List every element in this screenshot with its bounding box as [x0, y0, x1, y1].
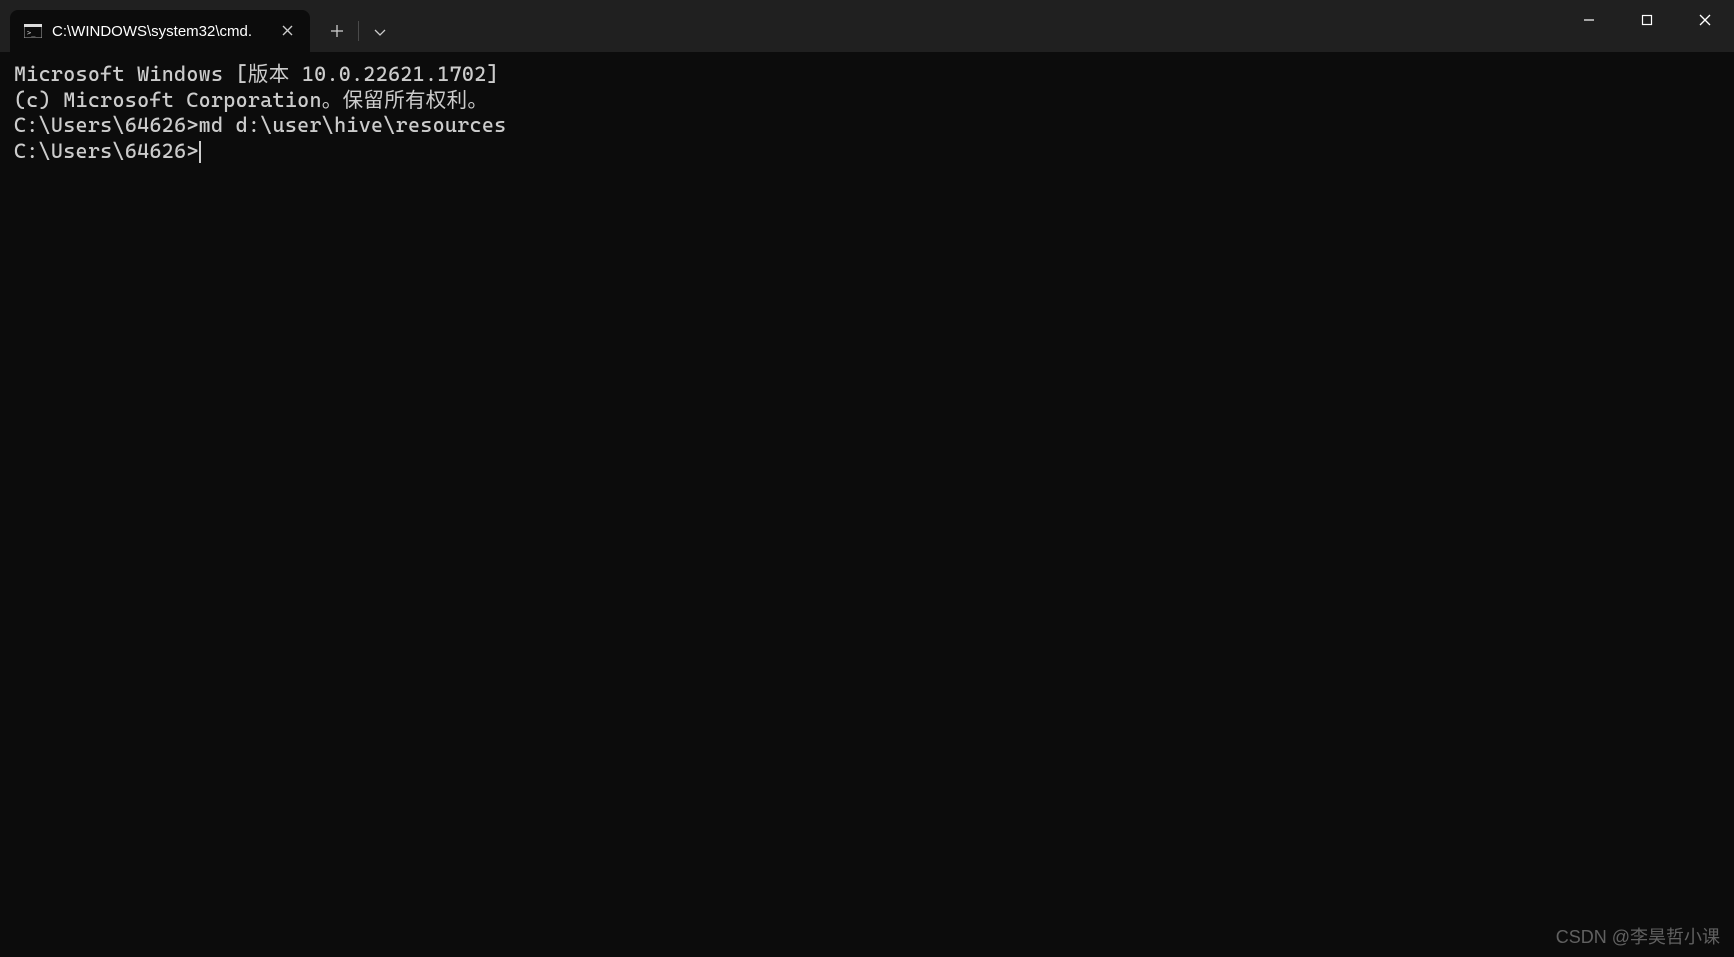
window-controls: [1560, 0, 1734, 40]
text-cursor: [199, 141, 201, 163]
terminal-prompt-line: C:\Users\64626>: [14, 139, 1720, 165]
minimize-icon: [1583, 11, 1595, 30]
close-icon: [282, 25, 293, 38]
new-tab-button[interactable]: [316, 10, 358, 52]
tab-close-button[interactable]: [276, 20, 298, 42]
tab-dropdown-button[interactable]: [359, 10, 401, 52]
tab-actions: [316, 10, 401, 52]
terminal-line: Microsoft Windows [版本 10.0.22621.1702]: [14, 62, 1720, 88]
maximize-icon: [1641, 11, 1653, 30]
close-window-button[interactable]: [1676, 0, 1734, 40]
tab-title: C:\WINDOWS\system32\cmd.: [52, 23, 266, 40]
terminal-line: (c) Microsoft Corporation。保留所有权利。: [14, 88, 1720, 114]
maximize-button[interactable]: [1618, 0, 1676, 40]
chevron-down-icon: [374, 22, 386, 41]
cmd-icon: >_: [24, 22, 42, 40]
terminal-output[interactable]: Microsoft Windows [版本 10.0.22621.1702](c…: [0, 52, 1734, 957]
close-icon: [1699, 11, 1711, 30]
plus-icon: [331, 22, 343, 41]
svg-text:>_: >_: [27, 29, 36, 37]
terminal-line: C:\Users\64626>md d:\user\hive\resources: [14, 113, 1720, 139]
minimize-button[interactable]: [1560, 0, 1618, 40]
terminal-tab[interactable]: >_ C:\WINDOWS\system32\cmd.: [10, 10, 310, 52]
titlebar: >_ C:\WINDOWS\system32\cmd.: [0, 0, 1734, 52]
terminal-prompt: C:\Users\64626>: [14, 139, 199, 163]
